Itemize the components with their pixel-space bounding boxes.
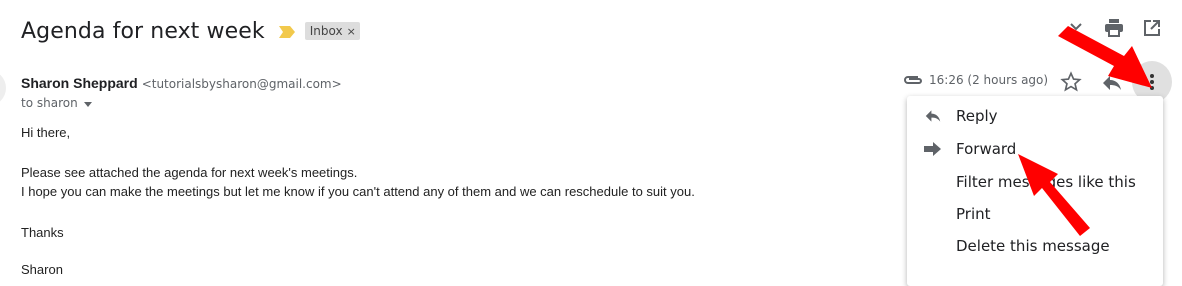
sender-email: <tutorialsbysharon@gmail.com> [141,77,342,91]
sender-avatar[interactable] [0,70,6,106]
label-name: Inbox [309,24,343,38]
menu-item-label: Reply [956,107,998,125]
message-timestamp: 16:26 (2 hours ago) [929,73,1049,87]
message-meta: 16:26 (2 hours ago) [903,73,1048,87]
subject-row: Agenda for next week Inbox × [21,16,360,46]
annotation-arrow-forward [1018,154,1090,236]
importance-marker-icon[interactable] [278,25,295,38]
menu-item-label: Print [956,205,991,223]
sender-name[interactable]: Sharon Sheppard [21,75,138,91]
menu-item-reply[interactable]: Reply [907,101,1163,131]
sender-row: Sharon Sheppard <tutorialsbysharon@gmail… [21,75,342,91]
remove-label-button[interactable]: × [347,25,356,38]
forward-icon [924,141,944,157]
email-subject: Agenda for next week [21,18,265,44]
recipient-label: to sharon [21,96,78,110]
body-signature: Sharon [21,262,63,277]
body-closing: Thanks [21,225,64,240]
recipient-row[interactable]: to sharon [21,96,92,110]
body-greeting: Hi there, [21,125,71,140]
attachment-icon [903,73,923,87]
body-line-2: I hope you can make the meetings but let… [21,184,695,199]
show-details-caret-icon[interactable] [83,101,92,107]
reply-icon [924,108,944,124]
body-line-1: Please see attached the agenda for next … [21,165,358,180]
annotation-arrow-top [1058,26,1152,88]
menu-item-label: Forward [956,140,1017,158]
inbox-label-chip: Inbox × [304,22,360,40]
